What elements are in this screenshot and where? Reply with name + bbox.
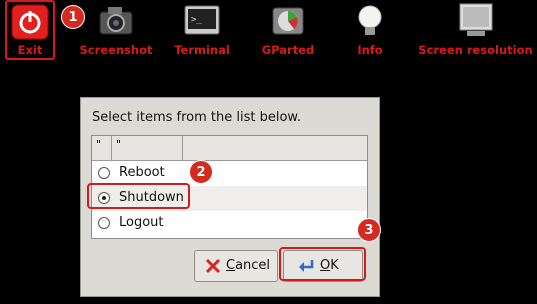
svg-text:>_: >_ [191, 15, 202, 25]
terminal-label: Terminal [174, 43, 230, 57]
camera-icon [99, 7, 133, 35]
radio-logout[interactable] [98, 217, 110, 229]
terminal-icon: >_ [184, 5, 220, 35]
screen-resolution-tool[interactable]: Screen resolution [418, 0, 533, 64]
screenshot-label: Screenshot [79, 43, 153, 57]
info-label: Info [357, 43, 383, 57]
dialog-message: Select items from the list below. [92, 110, 301, 125]
exit-label: Exit [17, 43, 43, 57]
radio-reboot[interactable] [98, 167, 110, 179]
cancel-label: Cancel [226, 258, 271, 273]
power-icon [11, 4, 49, 40]
cancel-button[interactable]: Cancel [194, 250, 278, 282]
step-badge-2: 2 [189, 160, 213, 184]
step-badge-1: 1 [61, 5, 85, 29]
option-label: Logout [119, 215, 164, 230]
lightbulb-icon [358, 5, 382, 35]
column-header-label[interactable]: " [112, 136, 183, 160]
ok-highlight [279, 247, 366, 281]
column-header-check[interactable]: " [92, 136, 112, 160]
exit-tool[interactable]: Exit [5, 0, 55, 64]
terminal-tool[interactable]: >_ Terminal [152, 0, 252, 64]
step-badge-3: 3 [357, 218, 381, 242]
option-label: Reboot [119, 165, 165, 180]
screen-resolution-label: Screen resolution [418, 43, 533, 57]
monitor-icon [459, 3, 492, 36]
shutdown-highlight [87, 183, 190, 209]
gparted-icon [272, 7, 304, 35]
info-tool[interactable]: Info [320, 0, 420, 64]
list-header: " " [92, 136, 367, 161]
list-item-logout[interactable]: Logout [92, 211, 367, 236]
cancel-icon [205, 258, 221, 274]
